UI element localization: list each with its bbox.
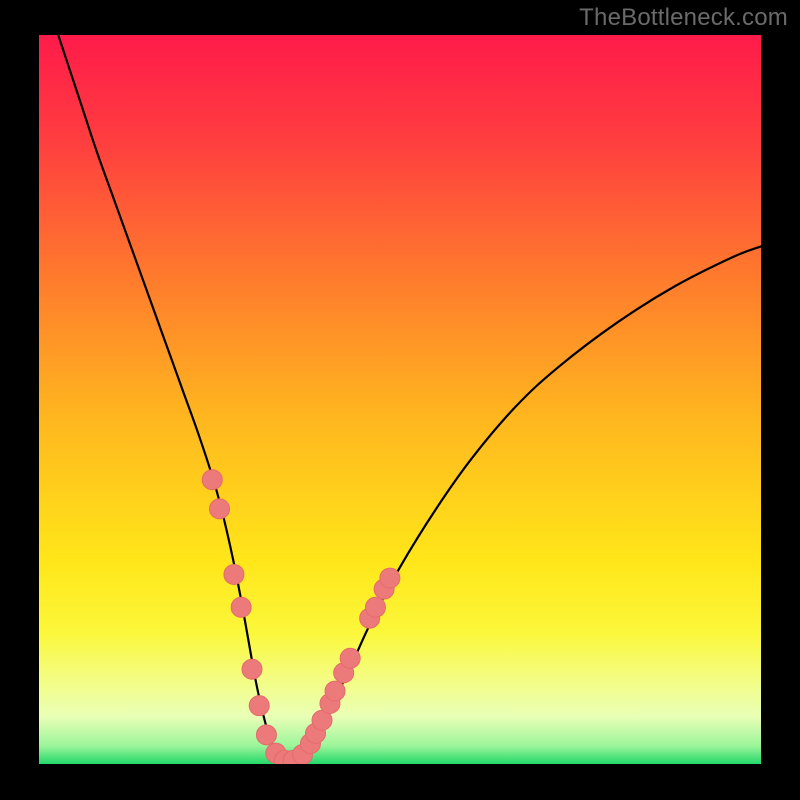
bottleneck-chart [0, 0, 800, 800]
data-point [256, 725, 276, 745]
data-point [380, 568, 400, 588]
data-point [325, 681, 345, 701]
data-point [249, 696, 269, 716]
gradient-plot-area [39, 35, 761, 764]
data-point [242, 659, 262, 679]
data-point [340, 648, 360, 668]
data-point [365, 597, 385, 617]
data-point [224, 564, 244, 584]
data-point [210, 499, 230, 519]
data-point [202, 470, 222, 490]
data-point [231, 597, 251, 617]
